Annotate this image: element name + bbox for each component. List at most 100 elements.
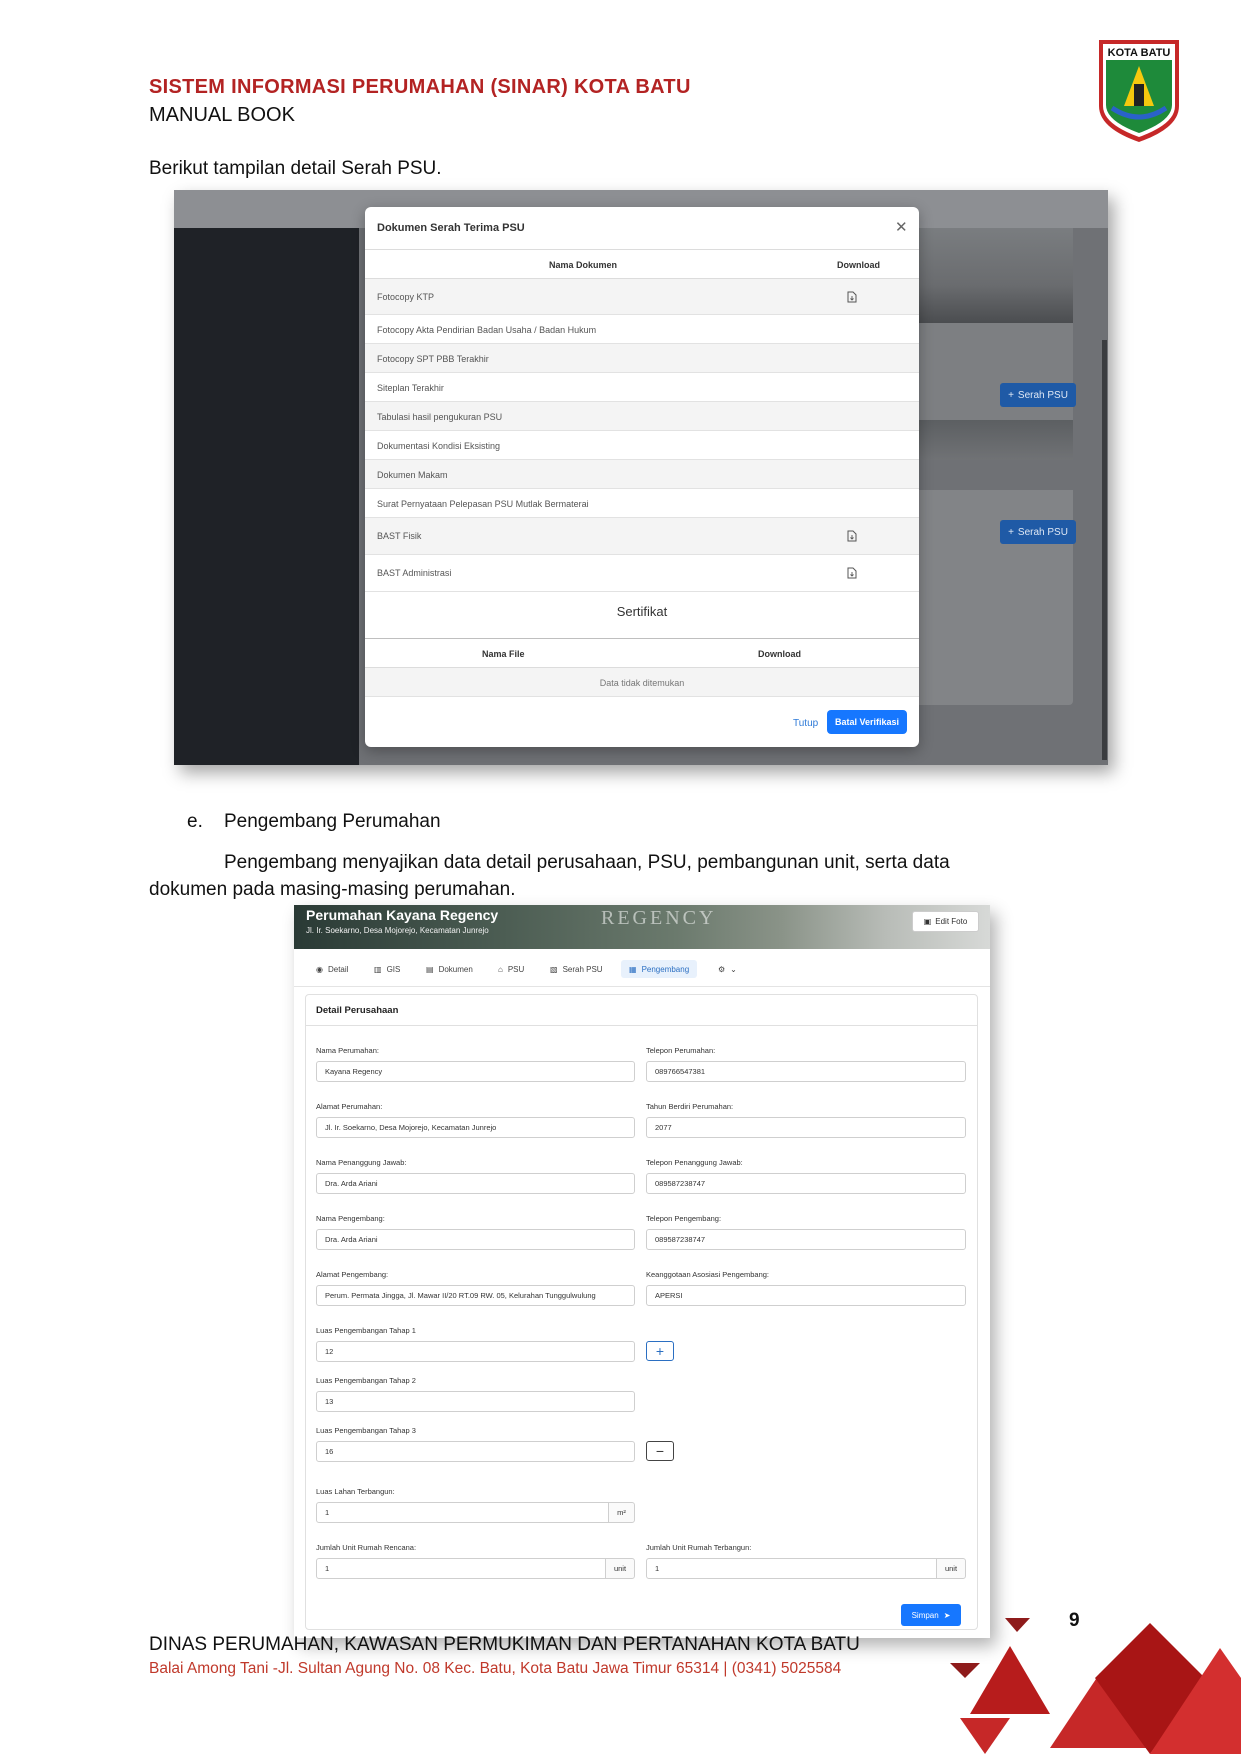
section-letter: e.: [187, 811, 203, 832]
unit-rencana-unit: unit: [605, 1558, 635, 1579]
tab-label: Pengembang: [641, 964, 690, 974]
alamat-perumahan-input[interactable]: Jl. Ir. Soekarno, Desa Mojorejo, Kecamat…: [316, 1117, 635, 1138]
settings-dropdown[interactable]: ⚙ ⌄: [718, 960, 737, 978]
panel-title: Detail Perusahaan: [316, 1005, 399, 1016]
tahap-3-input[interactable]: 16: [316, 1441, 635, 1462]
table-row: Dokumentasi Kondisi Eksisting: [365, 431, 919, 460]
tab-label: Detail: [327, 964, 349, 974]
table-row: BAST Fisik: [365, 518, 919, 555]
remove-tahap-button[interactable]: −: [646, 1441, 674, 1461]
label-penanggung-jawab: Nama Penanggung Jawab:: [316, 1158, 407, 1167]
document-subtitle: MANUAL BOOK: [149, 104, 295, 126]
chevron-down-icon: ⌄: [730, 964, 737, 974]
label-unit-terbangun: Jumlah Unit Rumah Terbangun:: [646, 1543, 752, 1552]
row-label: Fotocopy Akta Pendirian Badan Usaha / Ba…: [377, 325, 597, 335]
row-label: Dokumentasi Kondisi Eksisting: [377, 441, 501, 451]
col-cert-download: Download: [758, 649, 801, 659]
tahap-2-input[interactable]: 13: [316, 1391, 635, 1412]
tab-detail[interactable]: ◉ Detail: [316, 960, 348, 978]
tab-psu[interactable]: ⌂ PSU: [498, 960, 524, 978]
footer-organization: DINAS PERUMAHAN, KAWASAN PERMUKIMAN DAN …: [149, 1634, 860, 1655]
panel-header: Detail Perusahaan: [305, 994, 978, 1026]
detail-perusahaan-panel: [305, 994, 978, 1630]
section-paragraph-line-2: dokumen pada masing-masing perumahan.: [149, 879, 516, 900]
label-tahap-1: Luas Pengembangan Tahap 1: [316, 1326, 416, 1335]
close-icon[interactable]: ✕: [895, 218, 908, 236]
tab-gis[interactable]: ▥ GIS: [374, 960, 400, 978]
tahap-1-input[interactable]: 12: [316, 1341, 635, 1362]
label-tahun-berdiri: Tahun Berdiri Perumahan:: [646, 1102, 734, 1111]
gear-icon: ⚙: [718, 964, 726, 974]
banner-sign: REGENCY: [601, 907, 717, 929]
serah-psu-button[interactable]: + Serah PSU: [1000, 520, 1076, 544]
table-row: Fotocopy KTP: [365, 279, 919, 315]
plus-icon: +: [1008, 389, 1014, 401]
serah-psu-button-label: Serah PSU: [1017, 526, 1068, 538]
footer-address: Balai Among Tani -Jl. Sultan Agung No. 0…: [149, 1660, 842, 1677]
alamat-pengembang-input[interactable]: Perum. Permata Jingga, Jl. Mawar II/20 R…: [316, 1285, 635, 1306]
building-icon: ▦: [629, 964, 637, 974]
unit-rencana-input[interactable]: 1: [316, 1558, 606, 1579]
document-icon: ▤: [426, 964, 434, 974]
telepon-pj-input[interactable]: 089587238747: [646, 1173, 966, 1194]
handover-icon: ▧: [550, 964, 558, 974]
download-file-icon[interactable]: [847, 291, 857, 303]
tab-label: GIS: [386, 964, 401, 974]
download-file-icon[interactable]: [847, 530, 857, 542]
luas-lahan-input[interactable]: 1: [316, 1502, 609, 1523]
section-heading: Pengembang Perumahan: [224, 811, 441, 832]
label-luas-lahan: Luas Lahan Terbangun:: [316, 1487, 395, 1496]
plus-icon: +: [1008, 526, 1014, 538]
tab-label: PSU: [507, 964, 525, 974]
edit-foto-button[interactable]: ▣ Edit Foto: [912, 911, 979, 932]
unit-terbangun-input[interactable]: 1: [646, 1558, 937, 1579]
telepon-perumahan-input[interactable]: 089766547381: [646, 1061, 966, 1082]
col-download: Download: [837, 260, 880, 270]
label-unit-rencana: Jumlah Unit Rumah Rencana:: [316, 1543, 417, 1552]
row-label: Fotocopy KTP: [377, 292, 435, 302]
serah-psu-button[interactable]: + Serah PSU: [1000, 383, 1076, 407]
tab-serah-psu[interactable]: ▧ Serah PSU: [550, 960, 603, 978]
row-label: BAST Fisik: [377, 531, 422, 541]
label-nama-perumahan: Nama Perumahan:: [316, 1046, 379, 1055]
label-telepon-perumahan: Telepon Perumahan:: [646, 1046, 716, 1055]
label-alamat-pengembang: Alamat Pengembang:: [316, 1270, 389, 1279]
row-label: Surat Pernyataan Pelepasan PSU Mutlak Be…: [377, 499, 589, 509]
luas-lahan-unit: m²: [608, 1502, 635, 1523]
tab-dokumen[interactable]: ▤ Dokumen: [426, 960, 473, 978]
table-row: Siteplan Terakhir: [365, 373, 919, 402]
map-icon: ▥: [374, 964, 382, 974]
serah-psu-button-label: Serah PSU: [1017, 389, 1068, 401]
tab-label: Serah PSU: [562, 964, 603, 974]
tutup-button[interactable]: Tutup: [793, 718, 818, 729]
label-alamat-perumahan: Alamat Perumahan:: [316, 1102, 383, 1111]
telepon-pengembang-input[interactable]: 089587238747: [646, 1229, 966, 1250]
tahun-berdiri-input[interactable]: 2077: [646, 1117, 966, 1138]
label-tahap-2: Luas Pengembangan Tahap 2: [316, 1376, 416, 1385]
banner-title: Perumahan Kayana Regency: [306, 907, 499, 923]
scrollbar[interactable]: [1102, 340, 1107, 760]
label-telepon-pengembang: Telepon Pengembang:: [646, 1214, 722, 1223]
download-file-icon[interactable]: [847, 567, 857, 579]
nama-perumahan-input[interactable]: Kayana Regency: [316, 1061, 635, 1082]
label-tahap-3: Luas Pengembangan Tahap 3: [316, 1426, 416, 1435]
penanggung-jawab-input[interactable]: Dra. Arda Ariani: [316, 1173, 635, 1194]
intro-text: Berikut tampilan detail Serah PSU.: [149, 158, 442, 179]
table-row: Tabulasi hasil pengukuran PSU: [365, 402, 919, 431]
tab-label: Dokumen: [438, 964, 473, 974]
col-nama-file: Nama File: [482, 649, 525, 659]
tab-bar: ◉ Detail ▥ GIS ▤ Dokumen ⌂ PSU ▧ Serah PSU ▦ P…: [294, 949, 990, 987]
batal-verifikasi-button[interactable]: Batal Verifikasi: [827, 710, 907, 734]
row-label: Tabulasi hasil pengukuran PSU: [377, 412, 503, 422]
no-data-text: Data tidak ditemukan: [599, 678, 685, 688]
edit-foto-label: Edit Foto: [935, 917, 968, 926]
table-row: BAST Administrasi: [365, 555, 919, 592]
nama-pengembang-input[interactable]: Dra. Arda Ariani: [316, 1229, 635, 1250]
screenshot-pengembang: REGENCY Perumahan Kayana Regency Jl. Ir.…: [294, 905, 990, 1638]
sertifikat-heading: Sertifikat: [616, 604, 668, 619]
tab-pengembang[interactable]: ▦ Pengembang: [621, 960, 698, 978]
add-tahap-button[interactable]: +: [646, 1341, 674, 1361]
dokumen-serah-terima-modal: Dokumen Serah Terima PSU ✕ Nama Dokumen …: [365, 207, 919, 747]
minus-icon: −: [655, 1443, 665, 1459]
asosiasi-input[interactable]: APERSI: [646, 1285, 966, 1306]
